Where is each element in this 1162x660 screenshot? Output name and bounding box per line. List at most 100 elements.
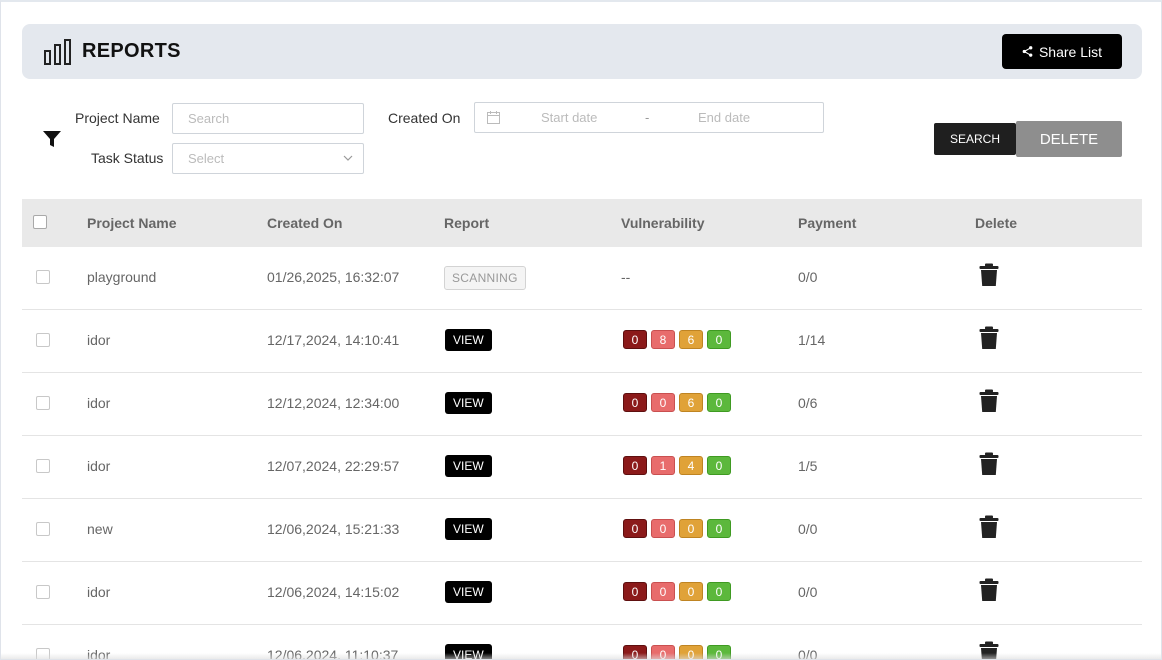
created-on-label: Created On xyxy=(388,110,461,126)
row-checkbox[interactable] xyxy=(36,333,50,347)
project-name-cell: idor xyxy=(87,332,111,348)
project-name-cell: idor xyxy=(87,458,111,474)
payment-cell: 1/5 xyxy=(798,458,818,474)
vulnerability-counts: 0140 xyxy=(623,456,731,475)
high-count-badge: 0 xyxy=(651,582,675,601)
delete-button[interactable]: DELETE xyxy=(1016,121,1122,157)
share-icon xyxy=(1022,46,1033,57)
date-separator: - xyxy=(645,110,650,125)
column-header-delete: Delete xyxy=(975,215,1018,231)
bottom-shadow xyxy=(1,653,1161,659)
reports-window: REPORTS Share List Project Name Search T… xyxy=(0,0,1162,660)
high-count-badge: 1 xyxy=(651,456,675,475)
trash-icon[interactable] xyxy=(979,452,999,476)
low-count-badge: 0 xyxy=(707,330,731,349)
project-name-placeholder: Search xyxy=(188,111,230,126)
payment-cell: 1/14 xyxy=(798,332,826,348)
row-checkbox[interactable] xyxy=(36,459,50,473)
low-count-badge: 0 xyxy=(707,582,731,601)
critical-count-badge: 0 xyxy=(623,582,647,601)
view-report-button[interactable]: VIEW xyxy=(445,581,492,603)
page-title: REPORTS xyxy=(82,40,181,62)
task-status-placeholder: Select xyxy=(188,151,225,166)
trash-icon[interactable] xyxy=(979,515,999,539)
created-on-cell: 01/26,2025, 16:32:07 xyxy=(267,269,400,285)
table-body: playground 01/26,2025, 16:32:07 SCANNING --… xyxy=(22,247,1142,659)
project-name-cell: new xyxy=(87,521,113,537)
column-header-created-on: Created On xyxy=(267,215,343,231)
critical-count-badge: 0 xyxy=(623,456,647,475)
vulnerability-counts: 0860 xyxy=(623,330,731,349)
project-name-search-input[interactable]: Search xyxy=(172,103,364,134)
start-date-input[interactable]: Start date xyxy=(541,103,597,132)
filter-icon[interactable] xyxy=(42,129,62,149)
share-list-label: Share List xyxy=(1038,43,1103,60)
row-checkbox[interactable] xyxy=(36,585,50,599)
scanning-status-badge: SCANNING xyxy=(444,266,526,290)
chevron-down-icon xyxy=(343,155,353,161)
vulnerability-counts: 0000 xyxy=(623,582,731,601)
reports-table: Project Name Created On Report Vulnerabi… xyxy=(22,199,1142,659)
trash-icon[interactable] xyxy=(979,578,999,602)
low-count-badge: 0 xyxy=(707,456,731,475)
table-row: idor 12/06,2024, 14:15:02 VIEW 0 0 0 0 0/0 xyxy=(22,562,1142,625)
view-report-button[interactable]: VIEW xyxy=(445,329,492,351)
high-count-badge: 0 xyxy=(651,519,675,538)
task-status-select[interactable]: Select xyxy=(172,143,364,174)
vulnerability-counts: 0060 xyxy=(623,393,731,412)
critical-count-badge: 0 xyxy=(623,519,647,538)
critical-count-badge: 0 xyxy=(623,393,647,412)
payment-cell: 0/0 xyxy=(798,269,818,285)
project-name-label: Project Name xyxy=(75,110,160,126)
payment-cell: 0/0 xyxy=(798,584,818,600)
row-checkbox[interactable] xyxy=(36,522,50,536)
table-row: new 12/06,2024, 15:21:33 VIEW 0 0 0 0 0/0 xyxy=(22,499,1142,562)
column-header-report: Report xyxy=(444,215,490,231)
vulnerability-placeholder: -- xyxy=(621,269,631,285)
column-header-vulnerability: Vulnerability xyxy=(621,215,705,231)
search-button[interactable]: SEARCH xyxy=(934,123,1016,155)
reports-header: REPORTS Share List xyxy=(22,24,1142,79)
view-report-button[interactable]: VIEW xyxy=(445,392,492,414)
table-row: idor 12/12,2024, 12:34:00 VIEW 0 0 6 0 0/6 xyxy=(22,373,1142,436)
table-row: idor 12/17,2024, 14:10:41 VIEW 0 8 6 0 1/14 xyxy=(22,310,1142,373)
project-name-cell: playground xyxy=(87,269,157,285)
created-on-cell: 12/17,2024, 14:10:41 xyxy=(267,332,400,348)
created-on-cell: 12/07,2024, 22:29:57 xyxy=(267,458,400,474)
project-name-cell: idor xyxy=(87,584,111,600)
date-range-picker[interactable]: Start date - End date xyxy=(474,102,824,133)
created-on-cell: 12/12,2024, 12:34:00 xyxy=(267,395,400,411)
table-row: idor 12/07,2024, 22:29:57 VIEW 0 1 4 0 1/5 xyxy=(22,436,1142,499)
low-count-badge: 0 xyxy=(707,519,731,538)
share-list-button[interactable]: Share List xyxy=(1002,34,1122,69)
medium-count-badge: 6 xyxy=(679,393,703,412)
view-report-button[interactable]: VIEW xyxy=(445,455,492,477)
medium-count-badge: 6 xyxy=(679,330,703,349)
table-header: Project Name Created On Report Vulnerabi… xyxy=(22,199,1142,247)
high-count-badge: 0 xyxy=(651,393,675,412)
table-row: playground 01/26,2025, 16:32:07 SCANNING --… xyxy=(22,247,1142,310)
created-on-cell: 12/06,2024, 15:21:33 xyxy=(267,521,400,537)
view-report-button[interactable]: VIEW xyxy=(445,518,492,540)
row-checkbox[interactable] xyxy=(36,270,50,284)
critical-count-badge: 0 xyxy=(623,330,647,349)
calendar-icon xyxy=(487,111,500,124)
payment-cell: 0/6 xyxy=(798,395,818,411)
column-header-project-name: Project Name xyxy=(87,215,177,231)
task-status-label: Task Status xyxy=(91,150,164,166)
high-count-badge: 8 xyxy=(651,330,675,349)
project-name-cell: idor xyxy=(87,395,111,411)
trash-icon[interactable] xyxy=(979,263,999,287)
trash-icon[interactable] xyxy=(979,326,999,350)
trash-icon[interactable] xyxy=(979,389,999,413)
column-header-payment: Payment xyxy=(798,215,857,231)
vulnerability-counts: 0000 xyxy=(623,519,731,538)
bar-chart-icon xyxy=(44,39,71,65)
end-date-input[interactable]: End date xyxy=(698,103,750,132)
medium-count-badge: 4 xyxy=(679,456,703,475)
medium-count-badge: 0 xyxy=(679,519,703,538)
medium-count-badge: 0 xyxy=(679,582,703,601)
select-all-checkbox[interactable] xyxy=(33,215,47,229)
row-checkbox[interactable] xyxy=(36,396,50,410)
low-count-badge: 0 xyxy=(707,393,731,412)
